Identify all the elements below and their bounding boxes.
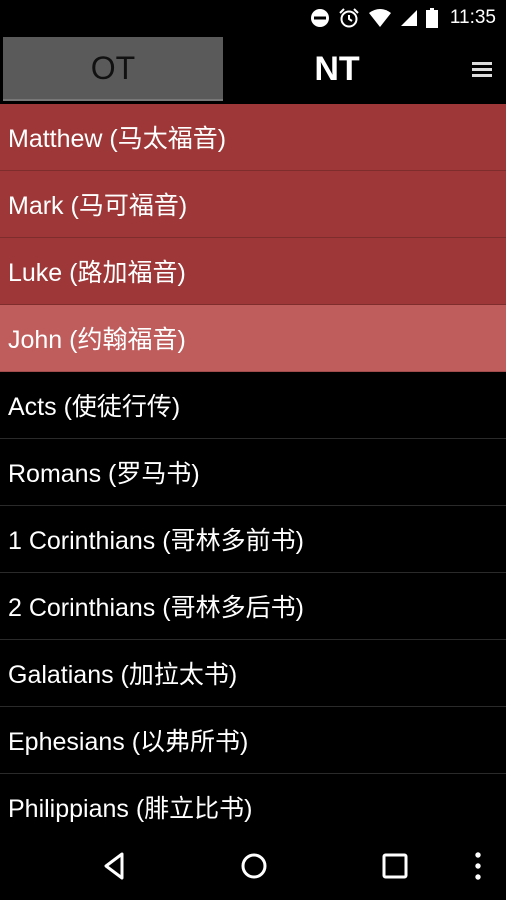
- list-item-ephesians[interactable]: Ephesians (以弗所书): [0, 707, 506, 774]
- book-list: Matthew (马太福音) Mark (马可福音) Luke (路加福音) J…: [0, 104, 506, 840]
- recents-icon[interactable]: [378, 849, 412, 883]
- signal-icon: [400, 10, 417, 26]
- list-item-romans[interactable]: Romans (罗马书): [0, 439, 506, 506]
- list-item-john[interactable]: John (约翰福音): [0, 305, 506, 372]
- navigation-bar: [0, 832, 506, 900]
- do-not-disturb-icon: [310, 9, 329, 27]
- list-item-acts[interactable]: Acts (使徒行传): [0, 372, 506, 439]
- list-item-matthew[interactable]: Matthew (马太福音): [0, 104, 506, 171]
- list-item-galatians[interactable]: Galatians (加拉太书): [0, 640, 506, 707]
- list-item-luke[interactable]: Luke (路加福音): [0, 238, 506, 305]
- alarm-icon: [339, 8, 359, 28]
- list-item-1-corinthians[interactable]: 1 Corinthians (哥林多前书): [0, 506, 506, 573]
- menu-icon[interactable]: [472, 58, 492, 80]
- home-icon[interactable]: [237, 849, 271, 883]
- list-item-2-corinthians[interactable]: 2 Corinthians (哥林多后书): [0, 573, 506, 640]
- tab-ot[interactable]: OT: [3, 37, 223, 101]
- battery-icon: [425, 8, 438, 28]
- status-icons: 11:35: [310, 6, 496, 30]
- back-icon[interactable]: [98, 849, 132, 883]
- clock: 11:35: [449, 7, 496, 28]
- status-bar: 11:35: [0, 0, 506, 36]
- list-item-mark[interactable]: Mark (马可福音): [0, 171, 506, 238]
- testament-tabs: OT NT: [0, 36, 506, 104]
- tab-nt[interactable]: NT: [226, 37, 448, 101]
- more-icon[interactable]: [466, 849, 490, 883]
- list-item-philippians[interactable]: Philippians (腓立比书): [0, 774, 506, 840]
- wifi-icon: [368, 9, 391, 27]
